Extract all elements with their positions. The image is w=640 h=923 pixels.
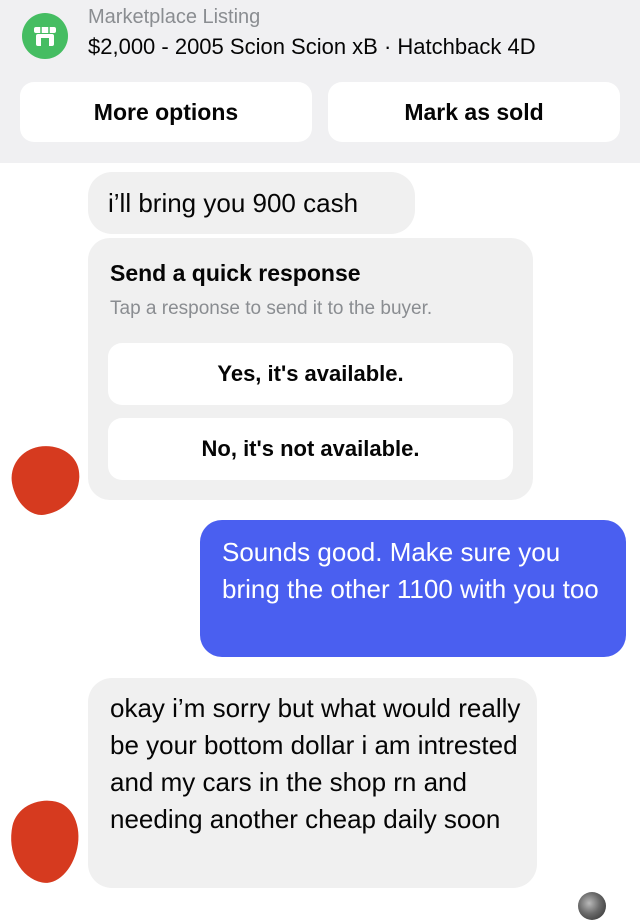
message-text: okay i’m sorry but what would really be …	[110, 693, 521, 834]
storefront-glyph	[34, 27, 56, 46]
storefront-icon[interactable]	[22, 13, 68, 59]
received-message[interactable]: okay i’m sorry but what would really be …	[88, 678, 537, 888]
quick-response-subtitle: Tap a response to send it to the buyer.	[110, 298, 433, 319]
redaction-mark	[2, 793, 86, 889]
quick-response-no-button[interactable]: No, it's not available.	[108, 418, 513, 480]
quick-response-title: Send a quick response	[110, 260, 361, 286]
quick-response-yes-button[interactable]: Yes, it's available.	[108, 343, 513, 405]
received-message[interactable]: i’ll bring you 900 cash	[88, 172, 415, 234]
read-receipt-avatar	[578, 892, 606, 920]
mark-as-sold-button[interactable]: Mark as sold	[328, 82, 620, 142]
listing-header: Marketplace Listing $2,000 - 2005 Scion …	[0, 0, 640, 163]
more-options-button[interactable]: More options	[20, 82, 312, 142]
quick-response-card: Send a quick response Tap a response to …	[88, 238, 533, 500]
listing-kicker: Marketplace Listing	[88, 6, 261, 28]
sent-message[interactable]: Sounds good. Make sure you bring the oth…	[200, 520, 626, 657]
listing-title[interactable]: $2,000 - 2005 Scion Scion xB · Hatchback…	[88, 34, 536, 60]
redaction-mark	[6, 440, 86, 520]
message-text: i’ll bring you 900 cash	[108, 188, 359, 218]
message-text: Sounds good. Make sure you bring the oth…	[222, 537, 599, 604]
